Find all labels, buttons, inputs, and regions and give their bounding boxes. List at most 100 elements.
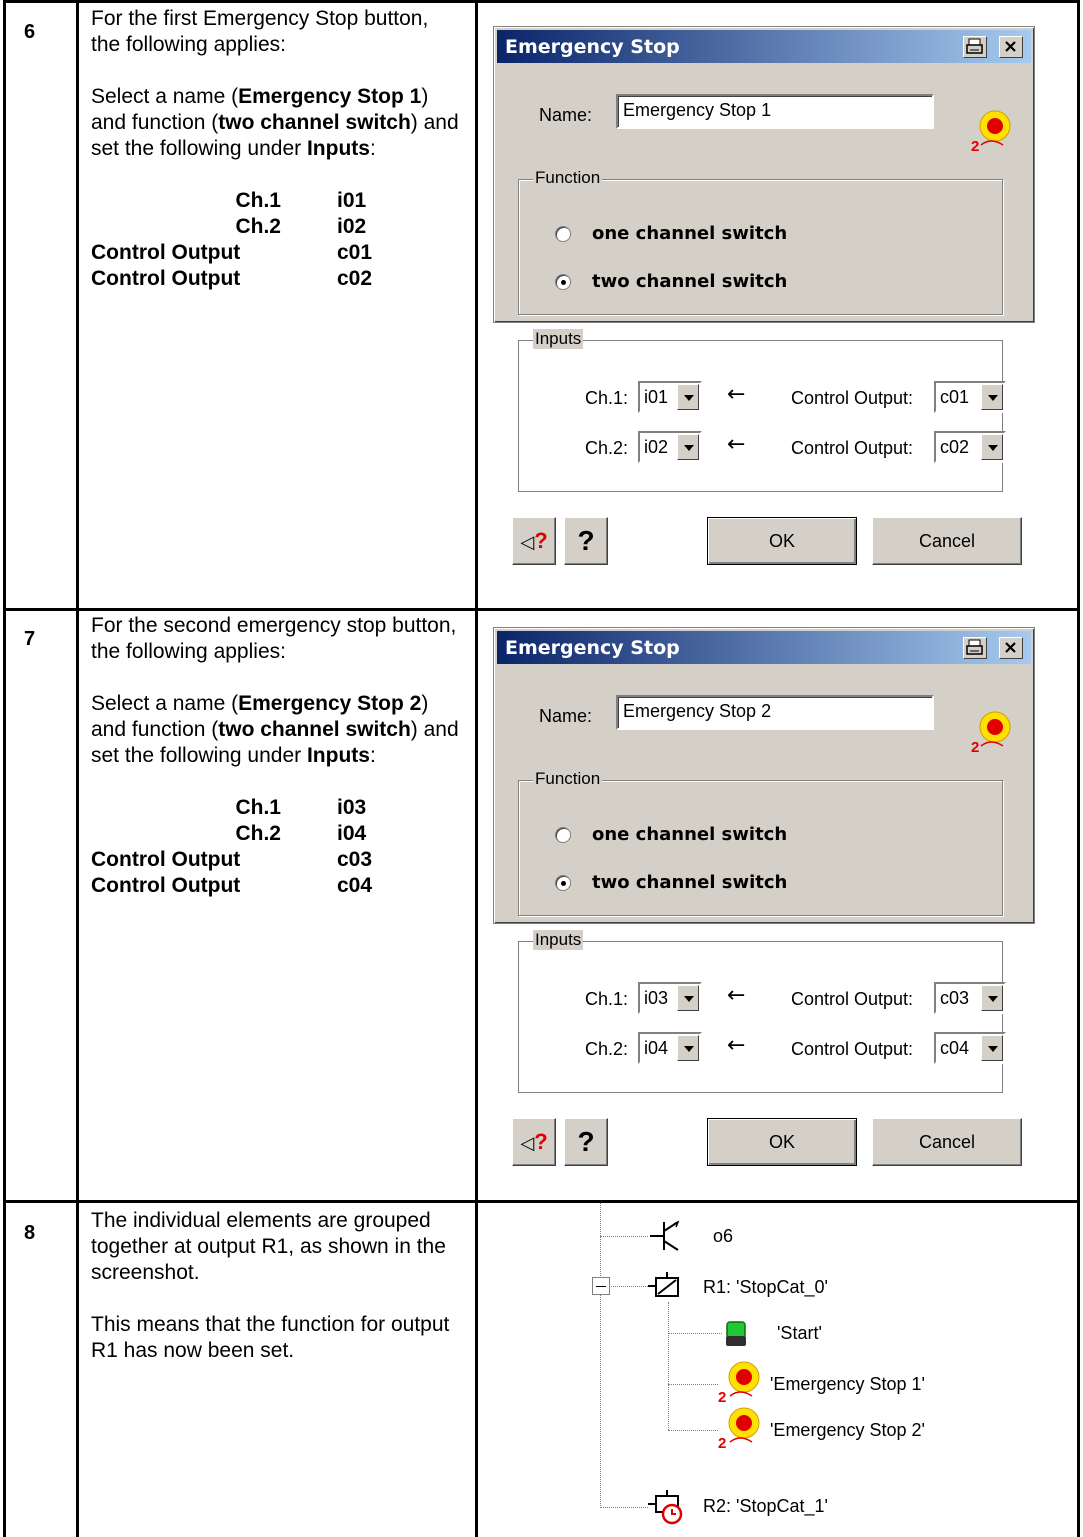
io-assignment-list: Ch.1 i01 Ch.2 i02 Control Output c01 Contro… (91, 188, 461, 292)
tree-item-start[interactable]: 'Start' (777, 1323, 822, 1344)
function-group-label: Function (533, 769, 603, 789)
control-output-2-label: Control Output: (791, 438, 914, 458)
tree-item-emergency-stop-1[interactable]: 'Emergency Stop 1' (770, 1374, 925, 1395)
ch2-select[interactable]: i02 (638, 431, 702, 463)
step-intro: For the second emergency stop button, th… (91, 614, 457, 663)
function-group-label: Function (533, 168, 603, 188)
dropdown-arrow-icon[interactable] (677, 384, 699, 410)
control-output-2-select[interactable]: c02 (934, 431, 1006, 463)
close-icon (1005, 41, 1016, 52)
relay-icon (648, 1272, 679, 1297)
io-row: Ch.2 i04 (235, 822, 367, 845)
control-output-1-label: Control Output: (791, 989, 914, 1009)
dialog-title-bar: Emergency Stop (497, 30, 1031, 63)
transistor-output-icon (650, 1220, 680, 1251)
context-help-icon: ◁? (520, 528, 548, 553)
emergency-stop-icon: 2 (971, 110, 1011, 153)
step-instruction: Select a name (Emergency Stop 2) and fun… (91, 692, 459, 767)
io-row: Control Output c04 (91, 874, 373, 897)
start-button-icon (726, 1321, 746, 1346)
tree-item-emergency-stop-2[interactable]: 'Emergency Stop 2' (770, 1420, 925, 1441)
tree-item-r1[interactable]: R1: 'StopCat_0' (703, 1277, 828, 1298)
help-icon: ? (577, 525, 595, 556)
step-description: For the second emergency stop button, th… (91, 613, 461, 899)
close-button[interactable] (999, 36, 1023, 58)
function-group: Function one channel switch two channel … (518, 168, 1003, 315)
table-border-right (1077, 0, 1080, 1537)
svg-text:2: 2 (718, 1435, 726, 1450)
collapse-toggle[interactable] (592, 1277, 610, 1295)
ch1-label: Ch.1: (585, 388, 629, 408)
radio-button[interactable] (555, 225, 571, 242)
io-row: Ch.1 i03 (235, 796, 367, 819)
ch1-select[interactable]: i03 (638, 982, 702, 1014)
context-help-button[interactable]: ◁? (512, 1118, 556, 1166)
ok-button[interactable]: OK (707, 517, 857, 565)
control-output-2-select[interactable]: c04 (934, 1032, 1006, 1064)
name-label: Name: (539, 706, 593, 726)
left-arrow-icon: ← (727, 1033, 746, 1058)
ch2-select[interactable]: i04 (638, 1032, 702, 1064)
control-output-1-select[interactable]: c01 (934, 381, 1006, 413)
emergency-stop-icon: 2 (718, 1361, 760, 1404)
tree-item-o6[interactable]: o6 (713, 1226, 733, 1247)
step-number: 8 (24, 1222, 36, 1244)
inputs-group-label: Inputs (533, 930, 584, 950)
context-help-icon: ◁? (520, 1129, 548, 1154)
radio-two-channel[interactable]: two channel switch (555, 872, 787, 893)
step-instruction: Select a name (Emergency Stop 1) and fun… (91, 85, 459, 160)
io-row: Control Output c03 (91, 848, 373, 871)
dropdown-arrow-icon[interactable] (981, 1035, 1003, 1061)
step-paragraph: The individual elements are grouped toge… (91, 1209, 446, 1284)
cancel-button[interactable]: Cancel (872, 1118, 1022, 1166)
radio-button[interactable] (555, 826, 571, 843)
dropdown-arrow-icon[interactable] (981, 985, 1003, 1011)
tree-item-r2[interactable]: R2: 'StopCat_1' (703, 1496, 828, 1517)
control-output-1-select[interactable]: c03 (934, 982, 1006, 1014)
dropdown-arrow-icon[interactable] (981, 384, 1003, 410)
close-button[interactable] (999, 637, 1023, 659)
io-row: Control Output c01 (91, 241, 373, 264)
table-column-divider-1 (76, 0, 79, 1537)
table-border-left (3, 0, 6, 1537)
dialog-title-bar: Emergency Stop (497, 631, 1031, 664)
radio-one-channel[interactable]: one channel switch (555, 824, 787, 845)
help-button[interactable]: ? (564, 517, 608, 565)
help-button[interactable]: ? (564, 1118, 608, 1166)
dialog-title: Emergency Stop (505, 637, 680, 659)
close-icon (1005, 642, 1016, 653)
timer-relay-icon (648, 1490, 683, 1525)
emergency-stop-icon: 2 (718, 1407, 760, 1450)
dropdown-arrow-icon[interactable] (677, 434, 699, 460)
name-field[interactable]: Emergency Stop 1 (616, 94, 934, 129)
print-button[interactable] (963, 637, 987, 659)
dropdown-arrow-icon[interactable] (677, 985, 699, 1011)
radio-button-selected[interactable] (555, 273, 571, 290)
ch2-label: Ch.2: (585, 438, 629, 458)
table-border-top (3, 0, 1080, 3)
printer-icon (966, 38, 983, 54)
table-row-divider-2 (3, 1200, 1080, 1203)
dropdown-arrow-icon[interactable] (981, 434, 1003, 460)
radio-two-channel[interactable]: two channel switch (555, 271, 787, 292)
table-column-divider-2 (475, 0, 478, 1537)
print-button[interactable] (963, 36, 987, 58)
control-output-1-label: Control Output: (791, 388, 914, 408)
inputs-group: Inputs Ch.1: i03 ← Control Output: c03 C… (518, 930, 1006, 1093)
name-label: Name: (539, 105, 593, 125)
radio-button-selected[interactable] (555, 874, 571, 891)
cancel-button[interactable]: Cancel (872, 517, 1022, 565)
ch1-select[interactable]: i01 (638, 381, 702, 413)
step-number: 7 (24, 628, 36, 650)
svg-text:2: 2 (718, 1389, 726, 1404)
inputs-group-label: Inputs (533, 329, 584, 349)
left-arrow-icon: ← (727, 382, 746, 407)
name-field[interactable]: Emergency Stop 2 (616, 695, 934, 730)
ok-button[interactable]: OK (707, 1118, 857, 1166)
context-help-button[interactable]: ◁? (512, 517, 556, 565)
dropdown-arrow-icon[interactable] (677, 1035, 699, 1061)
help-icon: ? (577, 1126, 595, 1157)
io-row: Ch.2 i02 (235, 215, 367, 238)
step-paragraph: This means that the function for output … (91, 1313, 450, 1362)
radio-one-channel[interactable]: one channel switch (555, 223, 787, 244)
